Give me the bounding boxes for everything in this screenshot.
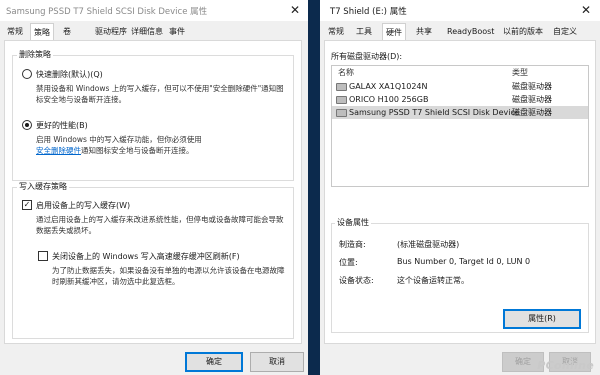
tab-volume[interactable]: 卷 (60, 24, 74, 39)
safely-remove-hardware-link[interactable]: 安全删除硬件 (36, 146, 81, 155)
drive-name: GALAX XA1Q1024N (349, 82, 428, 91)
drive-name: ORICO H100 256GB (349, 95, 429, 104)
close-icon[interactable]: ✕ (578, 3, 594, 17)
drive-type: 磁盘驱动器 (512, 82, 552, 91)
pconline-watermark: PConline (537, 359, 594, 372)
tab-sharing[interactable]: 共享 (413, 24, 435, 39)
column-header-type[interactable]: 类型 (512, 66, 528, 80)
manufacturer-label: 制造商: (339, 240, 366, 249)
turn-off-flushing-checkbox[interactable] (38, 251, 48, 261)
right-window-title: T7 Shield (E:) 属性 (330, 7, 407, 17)
better-performance-description: 启用 Windows 中的写入缓存功能，但你必须使用 安全删除硬件通知图标安全地与… (36, 134, 286, 156)
tab-customize[interactable]: 自定义 (550, 24, 580, 39)
right-properties-window: T7 Shield (E:) 属性 ✕ 常规 工具 硬件 共享 ReadyBoo… (320, 0, 600, 375)
enable-write-cache-description: 通过启用设备上的写入缓存来改进系统性能，但停电或设备故障可能会导致数据丢失或损坏… (36, 215, 284, 235)
left-tab-panel: 删除策略 快速删除(默认)(Q) 禁用设备和 Windows 上的写入缓存，但可… (4, 40, 302, 344)
left-tab-strip: 常规 策略 卷 驱动程序 详细信息 事件 (0, 23, 308, 41)
left-title-bar: Samsung PSSD T7 Shield SCSI Disk Device … (0, 0, 308, 21)
drive-type: 磁盘驱动器 (512, 108, 552, 117)
column-header-name[interactable]: 名称 (338, 66, 354, 80)
tab-events[interactable]: 事件 (166, 24, 188, 39)
better-performance-radio[interactable] (22, 120, 32, 130)
device-status-value: 这个设备运转正常。 (397, 276, 469, 285)
tab-hardware[interactable]: 硬件 (382, 23, 406, 41)
list-item[interactable]: ORICO H100 256GB 磁盘驱动器 (332, 93, 588, 106)
left-window-title: Samsung PSSD T7 Shield SCSI Disk Device … (6, 7, 208, 17)
device-properties-heading: 设备属性 (335, 217, 371, 228)
tab-general[interactable]: 常规 (4, 24, 26, 39)
better-performance-label[interactable]: 更好的性能(B) (36, 120, 88, 131)
location-value: Bus Number 0, Target Id 0, LUN 0 (397, 257, 531, 266)
tab-policy[interactable]: 策略 (30, 23, 54, 41)
left-ok-button[interactable]: 确定 (185, 352, 243, 372)
quick-removal-description: 禁用设备和 Windows 上的写入缓存，但可以不使用"安全删除硬件"通知图标安… (36, 84, 284, 104)
list-item[interactable]: Samsung PSSD T7 Shield SCSI Disk Device … (332, 106, 588, 119)
all-drives-label: 所有磁盘驱动器(D): (331, 52, 403, 61)
removal-policy-legend: 删除策略 (17, 49, 53, 60)
device-properties-button[interactable]: 属性(R) (503, 309, 581, 329)
turn-off-flushing-description: 为了防止数据丢失，如果设备没有单独的电源以允许该设备在电源故障时刷新其缓冲区，请… (52, 266, 285, 286)
drive-list[interactable]: 名称 类型 GALAX XA1Q1024N 磁盘驱动器 ORICO H100 2… (331, 65, 589, 187)
drive-name: Samsung PSSD T7 Shield SCSI Disk Device (349, 108, 520, 117)
tab-previous-versions[interactable]: 以前的版本 (500, 24, 546, 39)
drive-icon (336, 109, 347, 117)
better-performance-desc-post: 通知图标安全地与设备断开连接。 (81, 146, 194, 155)
manufacturer-value: (标准磁盘驱动器) (397, 240, 460, 249)
tab-general[interactable]: 常规 (325, 24, 347, 39)
right-tab-strip: 常规 工具 硬件 共享 ReadyBoost 以前的版本 自定义 (320, 23, 600, 41)
enable-write-cache-checkbox[interactable]: ✓ (22, 200, 32, 210)
quick-removal-label[interactable]: 快速删除(默认)(Q) (36, 69, 103, 80)
device-status-label: 设备状态: (339, 276, 374, 285)
tab-readyboost[interactable]: ReadyBoost (444, 24, 497, 39)
drive-type: 磁盘驱动器 (512, 95, 552, 104)
left-properties-window: Samsung PSSD T7 Shield SCSI Disk Device … (0, 0, 308, 375)
drive-icon (336, 96, 347, 104)
enable-write-cache-label[interactable]: 启用设备上的写入缓存(W) (36, 200, 130, 211)
window-divider (308, 0, 320, 375)
turn-off-flushing-label[interactable]: 关闭设备上的 Windows 写入高速缓存缓冲区刷新(F) (52, 251, 240, 262)
list-item[interactable]: GALAX XA1Q1024N 磁盘驱动器 (332, 80, 588, 93)
left-cancel-button[interactable]: 取消 (250, 352, 304, 372)
close-icon[interactable]: ✕ (287, 3, 303, 17)
right-tab-panel: 所有磁盘驱动器(D): 名称 类型 GALAX XA1Q1024N 磁盘驱动器 … (324, 40, 596, 344)
tab-details[interactable]: 详细信息 (128, 24, 166, 39)
tab-tools[interactable]: 工具 (353, 24, 375, 39)
drive-icon (336, 83, 347, 91)
right-title-bar: T7 Shield (E:) 属性 ✕ (320, 0, 600, 21)
write-cache-legend: 写入缓存策略 (17, 181, 69, 192)
location-label: 位置: (339, 258, 358, 267)
better-performance-desc-pre: 启用 Windows 中的写入缓存功能，但你必须使用 (36, 135, 202, 144)
tab-driver[interactable]: 驱动程序 (92, 24, 130, 39)
quick-removal-radio[interactable] (22, 69, 32, 79)
